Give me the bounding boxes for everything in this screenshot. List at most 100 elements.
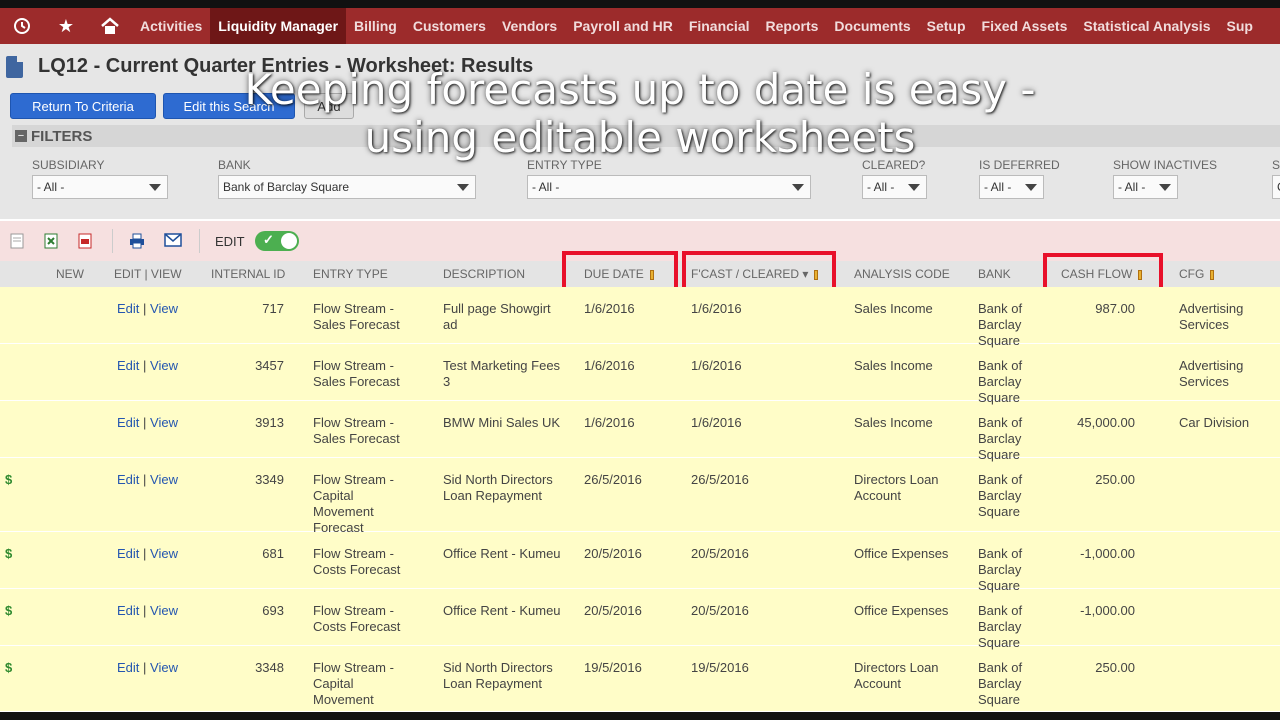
extra-filter-select[interactable]: C xyxy=(1272,175,1280,199)
edit-link[interactable]: Edit xyxy=(117,415,139,430)
home-icon[interactable] xyxy=(88,8,132,44)
col-analysis-code[interactable]: ANALYSIS CODE xyxy=(854,267,950,281)
is-deferred-select[interactable]: - All - xyxy=(979,175,1044,199)
cell-analysis-code: Sales Income xyxy=(854,358,933,373)
is-deferred-value: - All - xyxy=(984,180,1012,194)
cell-bank: Bank of Barclay Square xyxy=(978,415,1023,462)
cell-fcast-cleared[interactable]: 1/6/2016 xyxy=(691,415,781,431)
entry-type-select[interactable]: - All - xyxy=(527,175,811,199)
email-icon[interactable] xyxy=(164,233,182,249)
nav-item-payroll-and-hr[interactable]: Payroll and HR xyxy=(565,8,681,44)
cell-cfg[interactable]: Advertising Services xyxy=(1179,301,1274,333)
cell-analysis-code: Office Expenses xyxy=(854,546,949,561)
cell-due-date[interactable]: 20/5/2016 xyxy=(584,603,674,619)
edit-mode-toggle[interactable]: ✓ xyxy=(255,231,299,251)
nav-item-statistical-analysis[interactable]: Statistical Analysis xyxy=(1075,8,1218,44)
view-link[interactable]: View xyxy=(150,358,178,373)
cell-cash-flow[interactable]: 45,000.00 xyxy=(1050,415,1135,431)
dollar-icon: $ xyxy=(5,546,13,561)
bank-value: Bank of Barclay Square xyxy=(223,180,350,194)
nav-item-customers[interactable]: Customers xyxy=(405,8,494,44)
cell-fcast-cleared[interactable]: 1/6/2016 xyxy=(691,301,781,317)
view-link[interactable]: View xyxy=(150,603,178,618)
toggle-knob xyxy=(281,233,297,249)
star-icon[interactable]: ★ xyxy=(44,8,88,44)
view-link[interactable]: View xyxy=(150,546,178,561)
cell-fcast-cleared[interactable]: 26/5/2016 xyxy=(691,472,781,488)
edit-link[interactable]: Edit xyxy=(117,603,139,618)
nav-item-financial[interactable]: Financial xyxy=(681,8,758,44)
link-separator: | xyxy=(139,472,151,487)
cell-cash-flow[interactable]: 250.00 xyxy=(1050,660,1135,676)
nav-item-activities[interactable]: Activities xyxy=(132,8,210,44)
cell-analysis-code: Directors Loan Account xyxy=(854,472,939,503)
cell-description: Sid North Directors Loan Repayment xyxy=(443,472,553,503)
link-separator: | xyxy=(139,415,151,430)
subsidiary-select[interactable]: - All - xyxy=(32,175,168,199)
cell-cfg[interactable]: Car Division xyxy=(1179,415,1274,431)
nav-item-setup[interactable]: Setup xyxy=(919,8,974,44)
print-icon[interactable] xyxy=(129,233,145,249)
cell-fcast-cleared[interactable]: 20/5/2016 xyxy=(691,546,781,562)
cell-entry-type: Flow Stream - Sales Forecast xyxy=(313,415,400,446)
cell-due-date[interactable]: 26/5/2016 xyxy=(584,472,674,488)
show-inactives-select[interactable]: - All - xyxy=(1113,175,1178,199)
cell-due-date[interactable]: 1/6/2016 xyxy=(584,415,674,431)
nav-item-billing[interactable]: Billing xyxy=(346,8,405,44)
cell-due-date[interactable]: 20/5/2016 xyxy=(584,546,674,562)
cell-cash-flow[interactable]: 987.00 xyxy=(1050,301,1135,317)
edit-view-links: Edit | View xyxy=(117,301,178,317)
col-cfg[interactable]: CFG xyxy=(1179,267,1215,281)
cleared-select[interactable]: - All - xyxy=(862,175,927,199)
cell-due-date[interactable]: 19/5/2016 xyxy=(584,660,674,676)
view-link[interactable]: View xyxy=(150,472,178,487)
edit-view-links: Edit | View xyxy=(117,472,178,488)
edit-link[interactable]: Edit xyxy=(117,546,139,561)
cell-description: Office Rent - Kumeu xyxy=(443,603,561,618)
edit-mode-label: EDIT xyxy=(215,234,245,249)
cell-description: Test Marketing Fees 3 xyxy=(443,358,561,389)
cell-fcast-cleared[interactable]: 19/5/2016 xyxy=(691,660,781,676)
nav-item-sup[interactable]: Sup xyxy=(1218,8,1260,44)
col-internal-id[interactable]: INTERNAL ID xyxy=(211,267,285,281)
edit-link[interactable]: Edit xyxy=(117,660,139,675)
cell-cfg[interactable]: Advertising Services xyxy=(1179,358,1274,390)
cell-due-date[interactable]: 1/6/2016 xyxy=(584,358,674,374)
nav-item-reports[interactable]: Reports xyxy=(758,8,827,44)
cell-internal-id: 3349 xyxy=(255,472,284,487)
view-link[interactable]: View xyxy=(150,415,178,430)
screen: ★ Activities Liquidity Manager Billing Cust… xyxy=(0,0,1280,720)
cell-due-date[interactable]: 1/6/2016 xyxy=(584,301,674,317)
cell-bank: Bank of Barclay Square xyxy=(978,472,1023,519)
cell-entry-type: Flow Stream - Sales Forecast xyxy=(313,301,400,332)
recent-icon[interactable] xyxy=(0,8,44,44)
nav-item-liquidity-manager[interactable]: Liquidity Manager xyxy=(210,8,347,44)
view-link[interactable]: View xyxy=(150,660,178,675)
cell-cash-flow[interactable]: 250.00 xyxy=(1050,472,1135,488)
col-bank[interactable]: BANK xyxy=(978,267,1011,281)
bank-select[interactable]: Bank of Barclay Square xyxy=(218,175,476,199)
view-link[interactable]: View xyxy=(150,301,178,316)
main-nav: ★ Activities Liquidity Manager Billing Cust… xyxy=(0,8,1280,44)
cell-cash-flow[interactable]: -1,000.00 xyxy=(1050,603,1135,619)
cell-fcast-cleared[interactable]: 20/5/2016 xyxy=(691,603,781,619)
table-row: Edit | View 3913 Flow Stream - Sales Forec… xyxy=(0,401,1280,462)
video-letterbox-bottom xyxy=(0,712,1280,720)
nav-item-vendors[interactable]: Vendors xyxy=(494,8,565,44)
cell-cash-flow[interactable]: -1,000.00 xyxy=(1050,546,1135,562)
edit-link[interactable]: Edit xyxy=(117,301,139,316)
nav-item-fixed-assets[interactable]: Fixed Assets xyxy=(974,8,1076,44)
col-new[interactable]: NEW xyxy=(56,267,84,281)
edit-link[interactable]: Edit xyxy=(117,472,139,487)
col-entry-type[interactable]: ENTRY TYPE xyxy=(313,267,388,281)
table-row: $ Edit | View 693 Flow Stream - Costs Forec… xyxy=(0,589,1280,650)
pdf-export-icon[interactable] xyxy=(77,233,93,249)
nav-item-documents[interactable]: Documents xyxy=(826,8,918,44)
edit-link[interactable]: Edit xyxy=(117,358,139,373)
col-description[interactable]: DESCRIPTION xyxy=(443,267,525,281)
cell-analysis-code: Directors Loan Account xyxy=(854,660,939,691)
excel-export-icon[interactable] xyxy=(43,233,59,249)
cell-internal-id: 3913 xyxy=(255,415,284,430)
cell-fcast-cleared[interactable]: 1/6/2016 xyxy=(691,358,781,374)
csv-export-icon[interactable] xyxy=(9,233,25,249)
